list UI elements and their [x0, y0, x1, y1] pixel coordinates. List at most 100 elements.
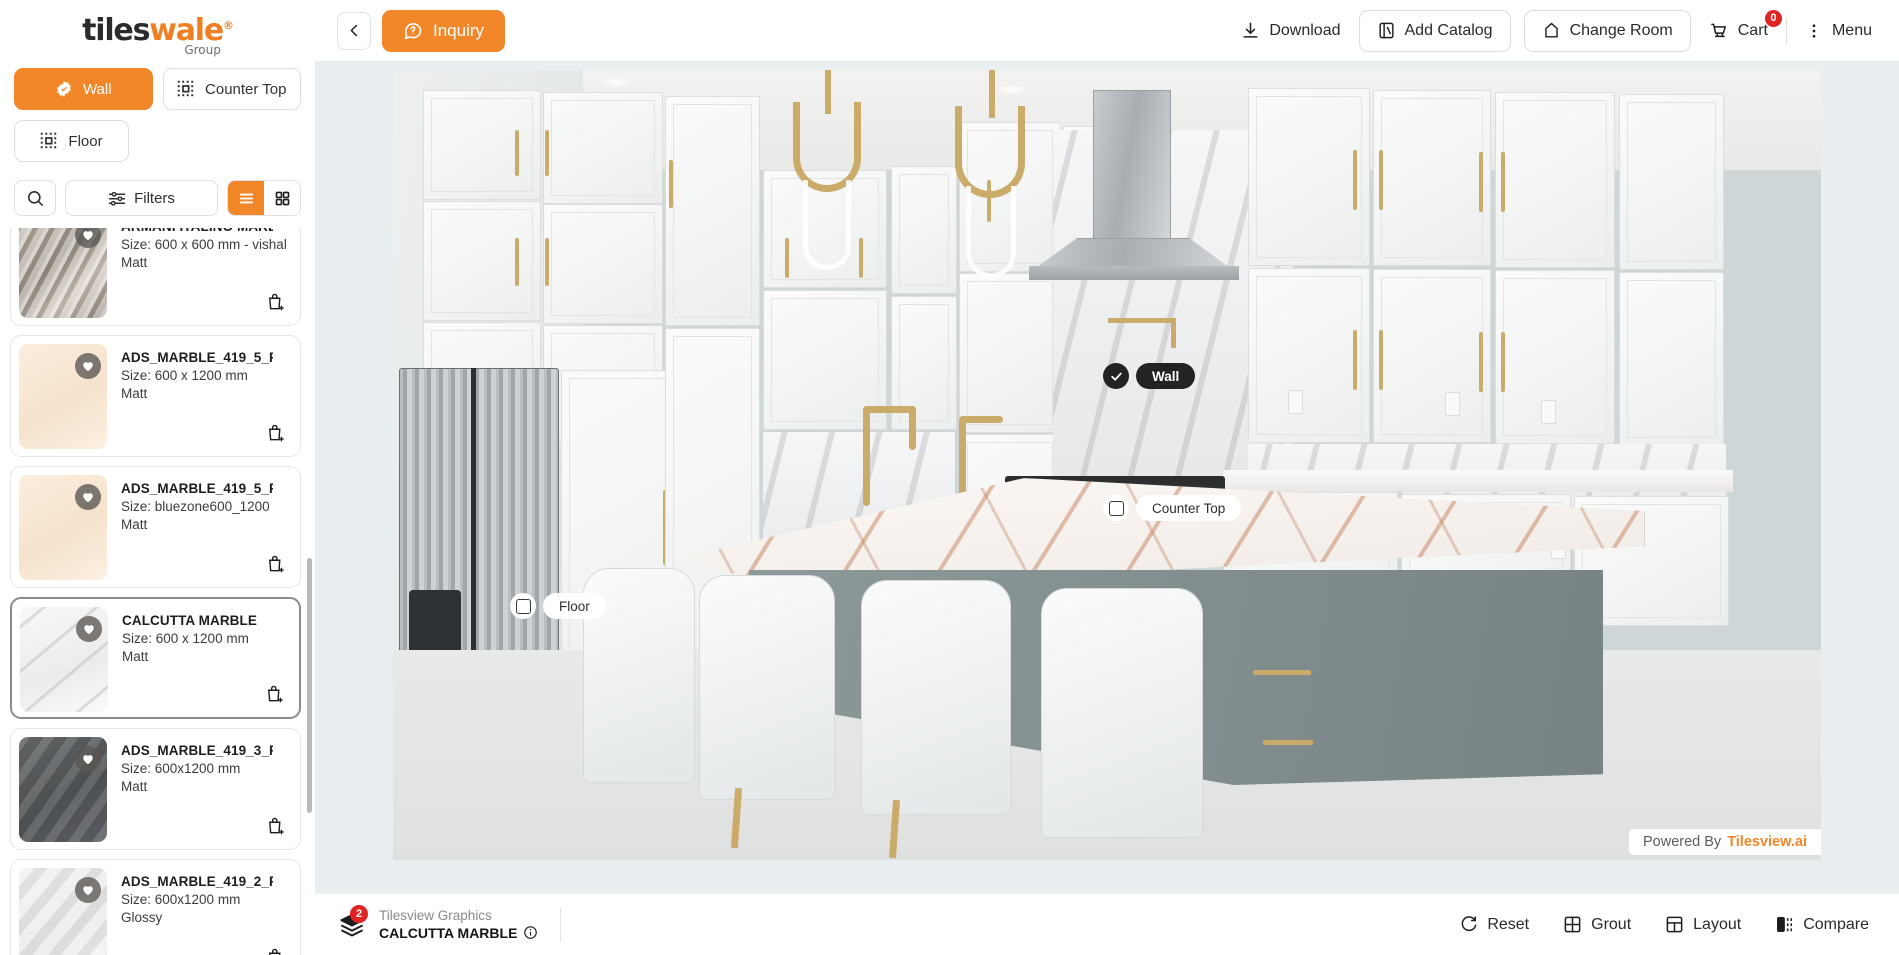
tile-finish: Matt — [121, 517, 148, 532]
list-item[interactable]: ADS_MARBLE_419_5_R1 Size: 600 x 1200 mm … — [10, 335, 301, 457]
bottom-toolbar-actions: Reset Grout Layout Compare — [1459, 915, 1869, 934]
cart-count-badge: 0 — [1764, 9, 1782, 27]
menu-label: Menu — [1831, 21, 1872, 39]
layout-label: Layout — [1693, 915, 1742, 933]
counter-top-chip-label[interactable]: Counter Top — [1136, 495, 1242, 521]
sidebar-scrollbar[interactable] — [307, 228, 312, 955]
floor-chip-label[interactable]: Floor — [543, 593, 606, 619]
toolbar-divider — [1785, 17, 1787, 44]
surface-tabs-row-2: Floor — [0, 120, 315, 162]
list-item[interactable]: ADS_MARBLE_419_3_R1 Size: 600x1200 mm Ma… — [10, 728, 301, 850]
favorite-icon[interactable] — [75, 877, 101, 903]
tile-thumbnail — [19, 737, 107, 842]
surface-chip-counter-top[interactable]: Counter Top — [1103, 495, 1242, 521]
top-toolbar-actions: Download Add Catalog Change Room Cart 0 … — [1236, 9, 1877, 52]
surface-tab-wall[interactable]: Wall — [14, 68, 153, 110]
surface-tabs-row-1: Wall Counter Top — [0, 68, 315, 110]
canvas-area: Wall Counter Top Floor Powered By Tilesv… — [315, 62, 1899, 893]
compare-icon — [1775, 915, 1794, 934]
surface-chip-floor[interactable]: Floor — [510, 593, 606, 619]
compare-label: Compare — [1803, 915, 1869, 933]
tile-thumbnail — [19, 344, 107, 449]
tile-size: Size: 600x1200 mm — [121, 761, 241, 776]
tile-name: CALCUTTA MARBLE — [122, 613, 257, 628]
brand-logo: tileswale® Group — [0, 0, 315, 62]
tile-meta: CALCUTTA MARBLE Size: 600 x 1200 mm Matt — [108, 607, 291, 709]
surface-tab-counter-top[interactable]: Counter Top — [162, 68, 301, 110]
filters-label: Filters — [134, 189, 175, 207]
back-button[interactable] — [337, 11, 371, 50]
counter-top-chip-checkbox[interactable] — [1103, 495, 1129, 521]
registered-mark: ® — [223, 19, 234, 32]
compare-button[interactable]: Compare — [1775, 915, 1869, 934]
room-visualizer-canvas[interactable]: Wall Counter Top Floor Powered By Tilesv… — [393, 70, 1821, 860]
tile-finish: Matt — [121, 255, 148, 270]
change-room-button[interactable]: Change Room — [1523, 9, 1691, 52]
grid-view-button[interactable] — [264, 181, 300, 215]
layer-text-block: Tilesview Graphics CALCUTTA MARBLE — [379, 908, 538, 942]
reset-button[interactable]: Reset — [1459, 915, 1529, 934]
kitchen-scene-image — [393, 70, 1821, 860]
active-layer-info[interactable]: 2 Tilesview Graphics CALCUTTA MARBLE — [337, 904, 538, 942]
favorite-icon[interactable] — [75, 353, 101, 379]
grout-button[interactable]: Grout — [1563, 915, 1631, 934]
cart-button[interactable]: Cart 0 — [1704, 9, 1782, 52]
inquiry-button[interactable]: Inquiry — [382, 9, 506, 52]
favorite-icon[interactable] — [76, 616, 102, 642]
catalog-icon — [1377, 21, 1396, 40]
surface-tab-floor[interactable]: Floor — [14, 120, 129, 162]
checkbox-square-icon — [1108, 500, 1124, 516]
floor-chip-checkbox[interactable] — [510, 593, 536, 619]
tile-meta: ADS_MARBLE_419_5_R1 Size: bluezone600_12… — [107, 475, 292, 579]
add-to-cart-icon[interactable] — [266, 553, 286, 575]
powered-by-brand: Tilesview.ai — [1727, 834, 1807, 850]
layer-source-label: Tilesview Graphics — [379, 907, 492, 923]
tile-name: ADS_MARBLE_419_5_R1 — [121, 481, 273, 496]
list-view-icon — [238, 190, 255, 207]
tile-name: ARMANI ITALINO MARBL... — [121, 228, 273, 234]
add-to-cart-icon[interactable] — [266, 422, 286, 444]
tile-meta: ARMANI ITALINO MARBL... Size: 600 x 600 … — [107, 228, 292, 317]
list-view-button[interactable] — [228, 181, 264, 215]
view-mode-toggle — [227, 180, 301, 216]
add-to-cart-icon[interactable] — [265, 683, 285, 705]
tile-thumbnail — [19, 475, 107, 580]
sidebar-scrollbar-thumb[interactable] — [307, 558, 312, 813]
tile-name: ADS_MARBLE_419_5_R1 — [121, 350, 273, 365]
add-to-cart-icon[interactable] — [266, 946, 286, 955]
layout-button[interactable]: Layout — [1665, 915, 1741, 934]
list-item[interactable]: ADS_MARBLE_419_2_R1 Size: 600x1200 mm Gl… — [10, 859, 301, 955]
dotted-square-icon — [177, 80, 195, 98]
search-button[interactable] — [14, 180, 56, 216]
favorite-icon[interactable] — [75, 746, 101, 772]
surface-tab-wall-label: Wall — [82, 80, 112, 98]
tile-name: ADS_MARBLE_419_2_R1 — [121, 874, 273, 889]
list-item[interactable]: CALCUTTA MARBLE Size: 600 x 1200 mm Matt — [10, 597, 301, 719]
sidebar: tileswale® Group Wall Counter Top Floor … — [0, 0, 315, 955]
check-badge-icon — [55, 80, 73, 98]
list-item[interactable]: ADS_MARBLE_419_5_R1 Size: bluezone600_12… — [10, 466, 301, 588]
favorite-icon[interactable] — [75, 484, 101, 510]
reset-icon — [1459, 915, 1478, 934]
download-button[interactable]: Download — [1236, 10, 1345, 52]
add-to-cart-icon[interactable] — [266, 815, 286, 837]
tile-list[interactable]: ARMANI ITALINO MARBL... Size: 600 x 600 … — [0, 228, 315, 955]
favorite-icon[interactable] — [75, 228, 101, 248]
surface-chip-wall[interactable]: Wall — [1103, 363, 1196, 389]
info-icon[interactable] — [523, 925, 538, 940]
wall-chip-label[interactable]: Wall — [1136, 363, 1196, 389]
bottom-toolbar: 2 Tilesview Graphics CALCUTTA MARBLE Res… — [315, 893, 1899, 955]
download-label: Download — [1269, 21, 1341, 39]
list-item[interactable]: ARMANI ITALINO MARBL... Size: 600 x 600 … — [10, 228, 301, 326]
add-catalog-button[interactable]: Add Catalog — [1358, 9, 1511, 52]
kebab-menu-icon — [1805, 22, 1823, 40]
tile-size: Size: 600 x 600 mm - vishal — [121, 237, 287, 252]
menu-button[interactable]: Menu — [1800, 10, 1877, 52]
download-icon — [1241, 21, 1260, 40]
filters-button[interactable]: Filters — [65, 180, 218, 216]
tile-meta: ADS_MARBLE_419_5_R1 Size: 600 x 1200 mm … — [107, 344, 292, 448]
grout-label: Grout — [1591, 915, 1632, 933]
wall-chip-checkbox[interactable] — [1103, 363, 1129, 389]
tile-finish: Matt — [121, 386, 148, 401]
add-to-cart-icon[interactable] — [266, 291, 286, 313]
